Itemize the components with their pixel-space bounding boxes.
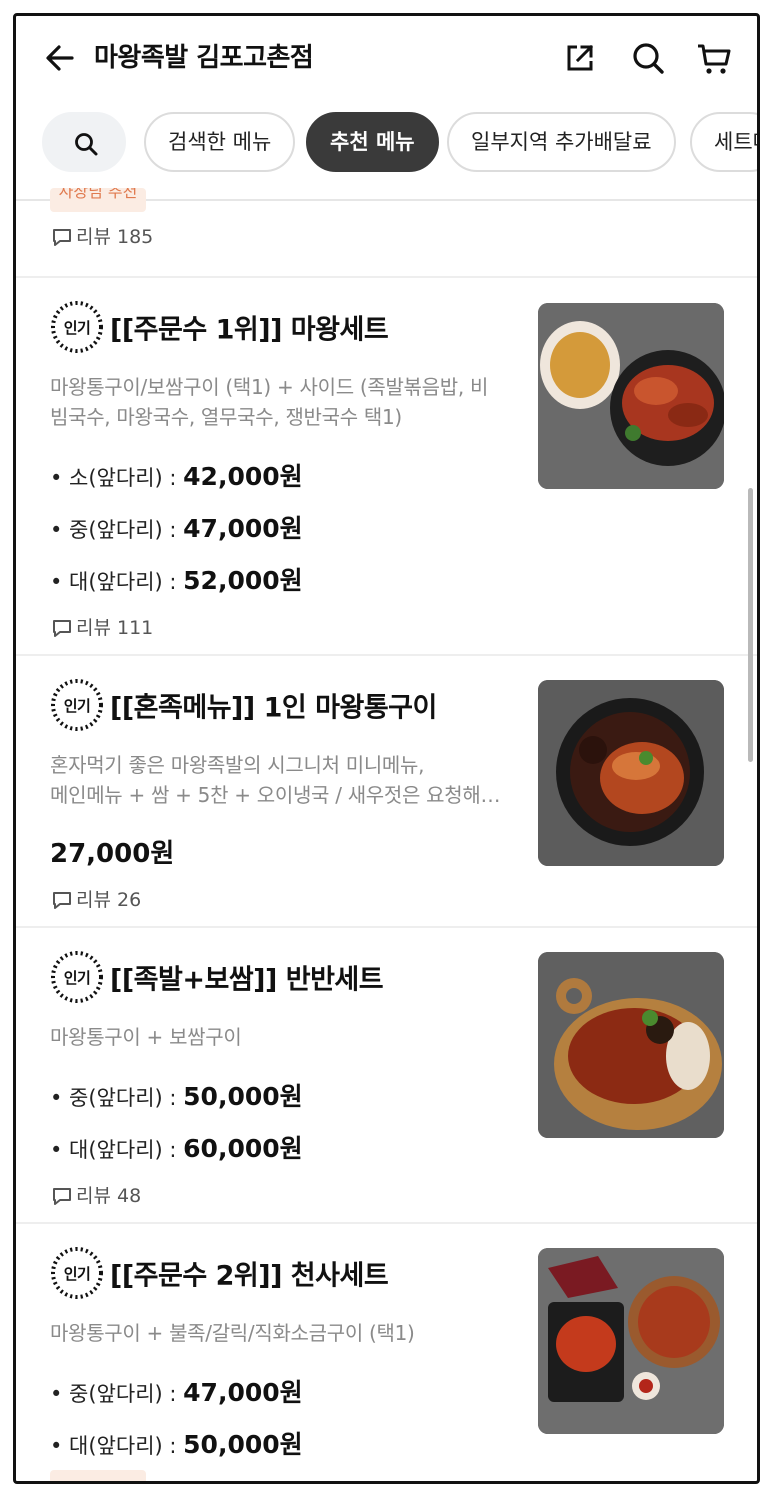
menu-item-price: 27,000원 <box>50 839 175 869</box>
review-count: 리뷰 26 <box>52 886 141 914</box>
menu-item-title: 인기 [[주문수 2위]] 천사세트 <box>50 1247 389 1300</box>
menu-item-image <box>538 303 724 489</box>
menu-item-description: 마왕통구이/보쌈구이 (택1) + 사이드 (족발볶음밥, 비 빔국수, 마왕국수… <box>50 375 489 429</box>
price-option: • 중(앞다리) : 50,000원 <box>50 1082 303 1111</box>
recommend-badge: 사장님 추천 <box>50 188 146 212</box>
menu-filter-bar: 검색한 메뉴 추천 메뉴 일부지역 추가배달료 세트메뉴 <box>16 112 757 174</box>
menu-item-banban-set[interactable]: 인기 [[족발+보쌈]] 반반세트 마왕통구이 + 보쌈구이 • 중(앞다리) … <box>16 928 757 1222</box>
cart-button[interactable] <box>694 38 734 78</box>
svg-text:인기: 인기 <box>64 1265 91 1283</box>
filter-chip-set-menu[interactable]: 세트메뉴 <box>690 112 757 172</box>
price-option: • 중(앞다리) : 47,000원 <box>50 514 303 543</box>
menu-item-description: 혼자먹기 좋은 마왕족발의 시그니처 미니메뉴, 메인메뉴 + 쌈 + 5찬 + … <box>50 753 501 807</box>
svg-text:인기: 인기 <box>64 697 91 715</box>
food-photo-icon <box>538 952 724 1138</box>
filter-chip-searched[interactable]: 검색한 메뉴 <box>144 112 296 172</box>
menu-item-maewang-set[interactable]: 인기 [[주문수 1위]] 마왕세트 마왕통구이/보쌈구이 (택1) + 사이드… <box>16 278 757 654</box>
food-photo-icon <box>538 303 724 489</box>
app-frame: 마왕족발 김포고촌점 검색한 메뉴 추천 메뉴 일부지역 추가배달료 세트 사장… <box>13 13 760 1484</box>
menu-item-title: 인기 [[주문수 1위]] 마왕세트 <box>50 301 389 354</box>
share-icon <box>567 44 594 71</box>
menu-item-image <box>538 952 724 1138</box>
popular-badge-icon: 인기 <box>51 951 103 1003</box>
filter-chip-delivery-fee[interactable]: 일부지역 추가배달료 <box>447 112 676 172</box>
share-button[interactable] <box>560 38 600 78</box>
menu-item-description: 마왕통구이 + 보쌈구이 <box>50 1025 242 1049</box>
store-title: 마왕족발 김포고촌점 <box>94 43 314 73</box>
svg-text:인기: 인기 <box>64 319 91 337</box>
top-bar: 마왕족발 김포고촌점 <box>16 16 757 100</box>
price-option: • 중(앞다리) : 47,000원 <box>50 1378 303 1407</box>
filter-chip-recommended[interactable]: 추천 메뉴 <box>306 112 439 172</box>
popular-badge-icon: 인기 <box>51 1247 103 1299</box>
comment-icon <box>53 1188 71 1205</box>
menu-item-image <box>538 680 724 866</box>
scrollbar[interactable] <box>748 488 753 762</box>
food-photo-icon <box>538 680 724 866</box>
menu-item-description: 마왕통구이 + 불족/갈릭/직화소금구이 (택1) <box>50 1321 415 1345</box>
cart-icon <box>698 44 731 74</box>
comment-icon <box>53 620 71 637</box>
search-button[interactable] <box>628 38 668 78</box>
search-icon <box>75 133 98 156</box>
popular-badge-icon: 인기 <box>51 301 103 353</box>
svg-text:인기: 인기 <box>64 969 91 987</box>
review-count: 리뷰 111 <box>52 614 153 642</box>
review-count: 리뷰 48 <box>52 1182 141 1210</box>
price-option: • 대(앞다리) : 52,000원 <box>50 566 303 595</box>
menu-item-title: 인기 [[족발+보쌈]] 반반세트 <box>50 951 384 1004</box>
comment-icon <box>53 229 71 246</box>
menu-item-image <box>538 1248 724 1434</box>
search-icon <box>633 43 664 74</box>
price-option: • 소(앞다리) : 42,000원 <box>50 462 303 491</box>
review-count: 리뷰 185 <box>52 223 153 251</box>
price-option: • 대(앞다리) : 50,000원 <box>50 1430 303 1459</box>
recommend-badge <box>50 1470 146 1481</box>
food-photo-icon <box>538 1248 724 1434</box>
popular-badge-icon: 인기 <box>51 679 103 731</box>
arrow-left-icon <box>46 45 74 71</box>
menu-item-title: 인기 [[혼족메뉴]] 1인 마왕통구이 <box>50 679 437 732</box>
menu-item-solo-set[interactable]: 인기 [[혼족메뉴]] 1인 마왕통구이 혼자먹기 좋은 마왕족발의 시그니처 … <box>16 656 757 926</box>
menu-item-angel-set[interactable]: 인기 [[주문수 2위]] 천사세트 마왕통구이 + 불족/갈릭/직화소금구이 … <box>16 1224 757 1481</box>
price-option: • 대(앞다리) : 60,000원 <box>50 1134 303 1163</box>
filter-search-chip[interactable] <box>42 112 126 172</box>
back-button[interactable] <box>42 40 78 76</box>
comment-icon <box>53 892 71 909</box>
